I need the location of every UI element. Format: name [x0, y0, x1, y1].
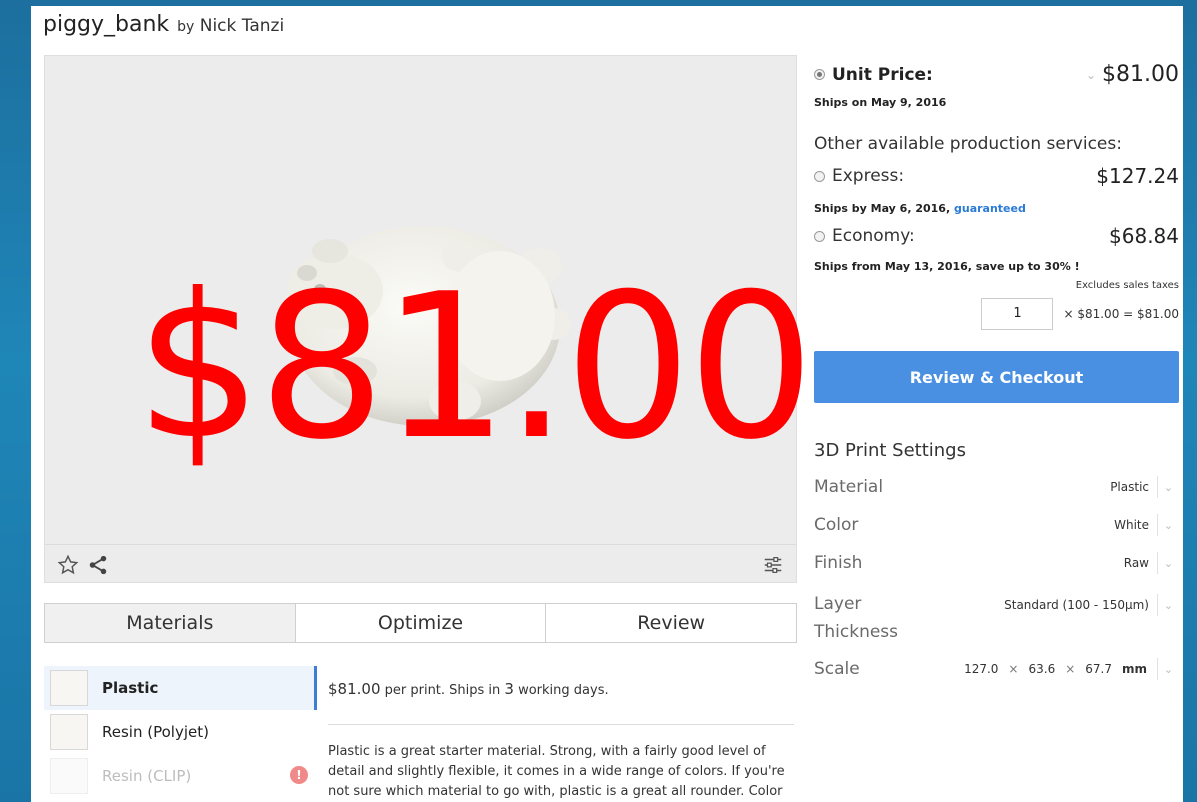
scale-y-input[interactable]: 63.6	[1028, 662, 1055, 676]
material-setting[interactable]: Material Plastic ⌄	[814, 476, 1179, 498]
material-description: Plastic is a great starter material. Str…	[328, 744, 785, 799]
unit-price-label: Unit Price:	[832, 64, 933, 85]
economy-price: $68.84	[1109, 224, 1179, 248]
other-services-title: Other available production services:	[814, 134, 1122, 154]
material-item-resin-polyjet[interactable]: Resin (Polyjet)	[44, 710, 316, 754]
chevron-down-icon[interactable]: ⌄	[1157, 594, 1179, 616]
scale-sep: ×	[1065, 662, 1076, 676]
page-panel: piggy_bank by Nick Tanzi Materials Optim…	[31, 6, 1183, 802]
selection-bar	[314, 666, 317, 710]
tab-optimize[interactable]: Optimize	[295, 604, 547, 642]
express-radio[interactable]	[814, 170, 825, 182]
finish-setting-value: Raw	[1123, 556, 1149, 570]
scale-label: Scale	[814, 659, 860, 679]
quantity-row: 1 × $81.00 = $81.00	[981, 298, 1179, 330]
title-row: piggy_bank by Nick Tanzi	[43, 12, 284, 37]
warning-icon[interactable]: !	[290, 766, 308, 784]
material-days-rest: working days.	[513, 683, 609, 698]
unit-ships-text: Ships on May 9, 2016	[814, 96, 947, 109]
material-price: $81.00	[328, 680, 381, 698]
material-swatch	[50, 714, 88, 750]
chevron-down-icon[interactable]: ⌄	[1157, 552, 1179, 574]
express-label: Express:	[832, 166, 905, 186]
economy-ships-text: Ships from May 13, 2016, save up to 30% …	[814, 260, 1080, 273]
material-item-plastic[interactable]: Plastic	[44, 666, 316, 710]
divider	[328, 724, 794, 725]
unit-price-radio[interactable]	[814, 69, 825, 80]
express-ships-text: Ships by May 6, 2016, guaranteed	[814, 202, 1026, 215]
material-label: Resin (Polyjet)	[102, 723, 209, 741]
byline: by Nick Tanzi	[177, 16, 284, 36]
material-price-line: $81.00 per print. Ships in 3 working day…	[328, 680, 609, 698]
taxes-note: Excludes sales taxes	[1075, 280, 1179, 291]
material-swatch	[50, 670, 88, 706]
unit-price-value: $81.00	[1102, 62, 1179, 87]
byline-by: by	[177, 19, 195, 35]
unit-price-row[interactable]: Unit Price: ⌄ $81.00	[814, 62, 1179, 87]
economy-row[interactable]: Economy: $68.84	[814, 224, 1179, 248]
tab-review[interactable]: Review	[546, 604, 797, 642]
author-link[interactable]: Nick Tanzi	[200, 16, 284, 36]
economy-label: Economy:	[832, 226, 915, 246]
chevron-down-icon[interactable]: ⌄	[1157, 476, 1179, 498]
material-item-resin-clip[interactable]: Resin (CLIP) !	[44, 754, 316, 798]
color-setting-label: Color	[814, 515, 859, 535]
material-days: 3	[504, 680, 514, 698]
order-panel: Unit Price: ⌄ $81.00 Ships on May 9, 2016…	[814, 6, 1183, 802]
review-checkout-button[interactable]: Review & Checkout	[814, 351, 1179, 403]
chevron-down-icon[interactable]: ⌄	[1157, 658, 1179, 680]
share-icon[interactable]	[87, 554, 109, 576]
material-label: Resin (CLIP)	[102, 767, 192, 785]
guaranteed-link[interactable]: guaranteed	[954, 202, 1026, 215]
material-setting-label: Material	[814, 477, 884, 497]
scale-setting[interactable]: Scale 127.0 × 63.6 × 67.7 mm ⌄	[814, 658, 1179, 680]
color-setting-value: White	[1114, 518, 1149, 532]
layer-thickness-label: Layer Thickness	[814, 590, 898, 646]
tab-bar: Materials Optimize Review	[44, 603, 797, 643]
finish-setting[interactable]: Finish Raw ⌄	[814, 552, 1179, 574]
scale-sep: ×	[1008, 662, 1019, 676]
viewer-toolbar	[45, 544, 796, 582]
quantity-calc: × $81.00 = $81.00	[1063, 307, 1179, 321]
piggy-bank-model	[287, 226, 571, 426]
material-setting-value: Plastic	[1110, 480, 1149, 494]
material-list: Plastic Resin (Polyjet) Resin (CLIP) !	[44, 666, 316, 798]
layer-thickness-setting[interactable]: Layer Thickness Standard (100 - 150µm) ⌄	[814, 590, 1179, 646]
color-setting[interactable]: Color White ⌄	[814, 514, 1179, 536]
material-label: Plastic	[102, 679, 159, 697]
finish-setting-label: Finish	[814, 553, 863, 573]
economy-radio[interactable]	[814, 230, 825, 242]
express-ships: Ships by May 6, 2016,	[814, 202, 951, 215]
print-settings-title: 3D Print Settings	[814, 440, 966, 461]
scale-z-input[interactable]: 67.7	[1085, 662, 1112, 676]
layer-thickness-value: Standard (100 - 150µm)	[1004, 598, 1149, 612]
sliders-icon[interactable]	[762, 554, 784, 576]
chevron-down-icon[interactable]: ⌄	[1086, 68, 1096, 82]
chevron-down-icon[interactable]: ⌄	[1157, 514, 1179, 536]
quantity-input[interactable]: 1	[981, 298, 1054, 330]
express-price: $127.24	[1096, 164, 1179, 188]
tab-materials[interactable]: Materials	[45, 604, 296, 642]
star-icon[interactable]	[57, 554, 79, 576]
material-price-rest: per print. Ships in	[380, 683, 505, 698]
scale-x-input[interactable]: 127.0	[964, 662, 998, 676]
layer-label-line1: Layer	[814, 594, 862, 614]
model-viewer[interactable]	[44, 55, 797, 583]
layer-label-line2: Thickness	[814, 622, 899, 642]
material-swatch	[50, 758, 88, 794]
express-row[interactable]: Express: $127.24	[814, 164, 1179, 188]
product-title[interactable]: piggy_bank	[43, 12, 169, 37]
scale-unit: mm	[1121, 662, 1147, 676]
